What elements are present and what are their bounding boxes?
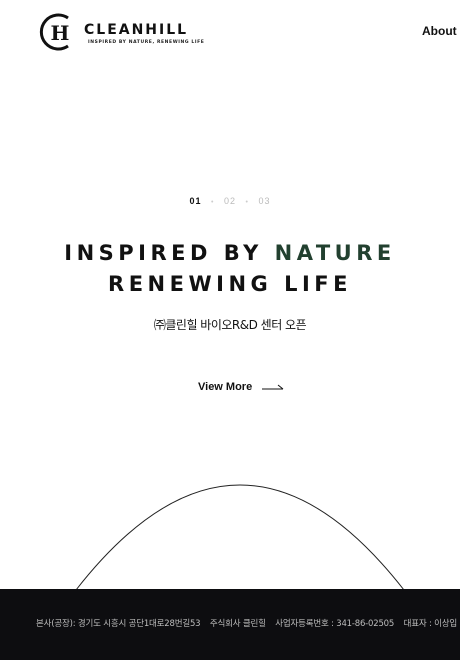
pager-item-2[interactable]: 02	[224, 196, 236, 206]
pager-separator: •	[245, 199, 249, 206]
pager-separator: •	[211, 199, 215, 206]
hero-title-line1: INSPIRED BY NATURE	[0, 241, 460, 265]
footer-business-number: 사업자등록번호 : 341-86-02505	[275, 619, 395, 629]
logo-letter: H	[51, 21, 70, 45]
pager-item-1[interactable]: 01	[189, 196, 201, 206]
footer: 본사(공장): 경기도 시흥시 공단1대로28번길53 주식회사 클린힐 사업자…	[0, 589, 460, 660]
hero-title-prefix: INSPIRED BY	[64, 241, 275, 265]
logo-mark-icon: H	[39, 13, 70, 51]
pager-item-3[interactable]: 03	[258, 196, 270, 206]
hero-title-accent: NATURE	[274, 241, 396, 265]
footer-ceo: 대표자 : 이상입	[403, 619, 458, 629]
brand-name: CLEANHILL	[84, 22, 189, 38]
footer-info: 본사(공장): 경기도 시흥시 공단1대로28번길53 주식회사 클린힐 사업자…	[36, 617, 460, 629]
hero-subtitle: ㈜클린힐 바이오R&D 센터 오픈	[153, 318, 307, 332]
nav-about[interactable]: About C	[422, 24, 460, 38]
footer-company: 주식회사 클린힐	[209, 619, 266, 629]
footer-address: 본사(공장): 경기도 시흥시 공단1대로28번길53	[36, 619, 201, 629]
brand-tagline: INSPIRED BY NATURE, RENEWING LIFE	[88, 40, 205, 45]
arrow-right-icon	[262, 384, 284, 390]
slide-pager: 01 • 02 • 03	[0, 196, 460, 206]
view-more-link[interactable]: View More	[198, 379, 284, 395]
logo[interactable]: H CLEANHILL INSPIRED BY NATURE, RENEWING…	[36, 10, 204, 54]
view-more-label: View More	[198, 381, 253, 393]
hero-title-line2: RENEWING LIFE	[108, 272, 352, 296]
